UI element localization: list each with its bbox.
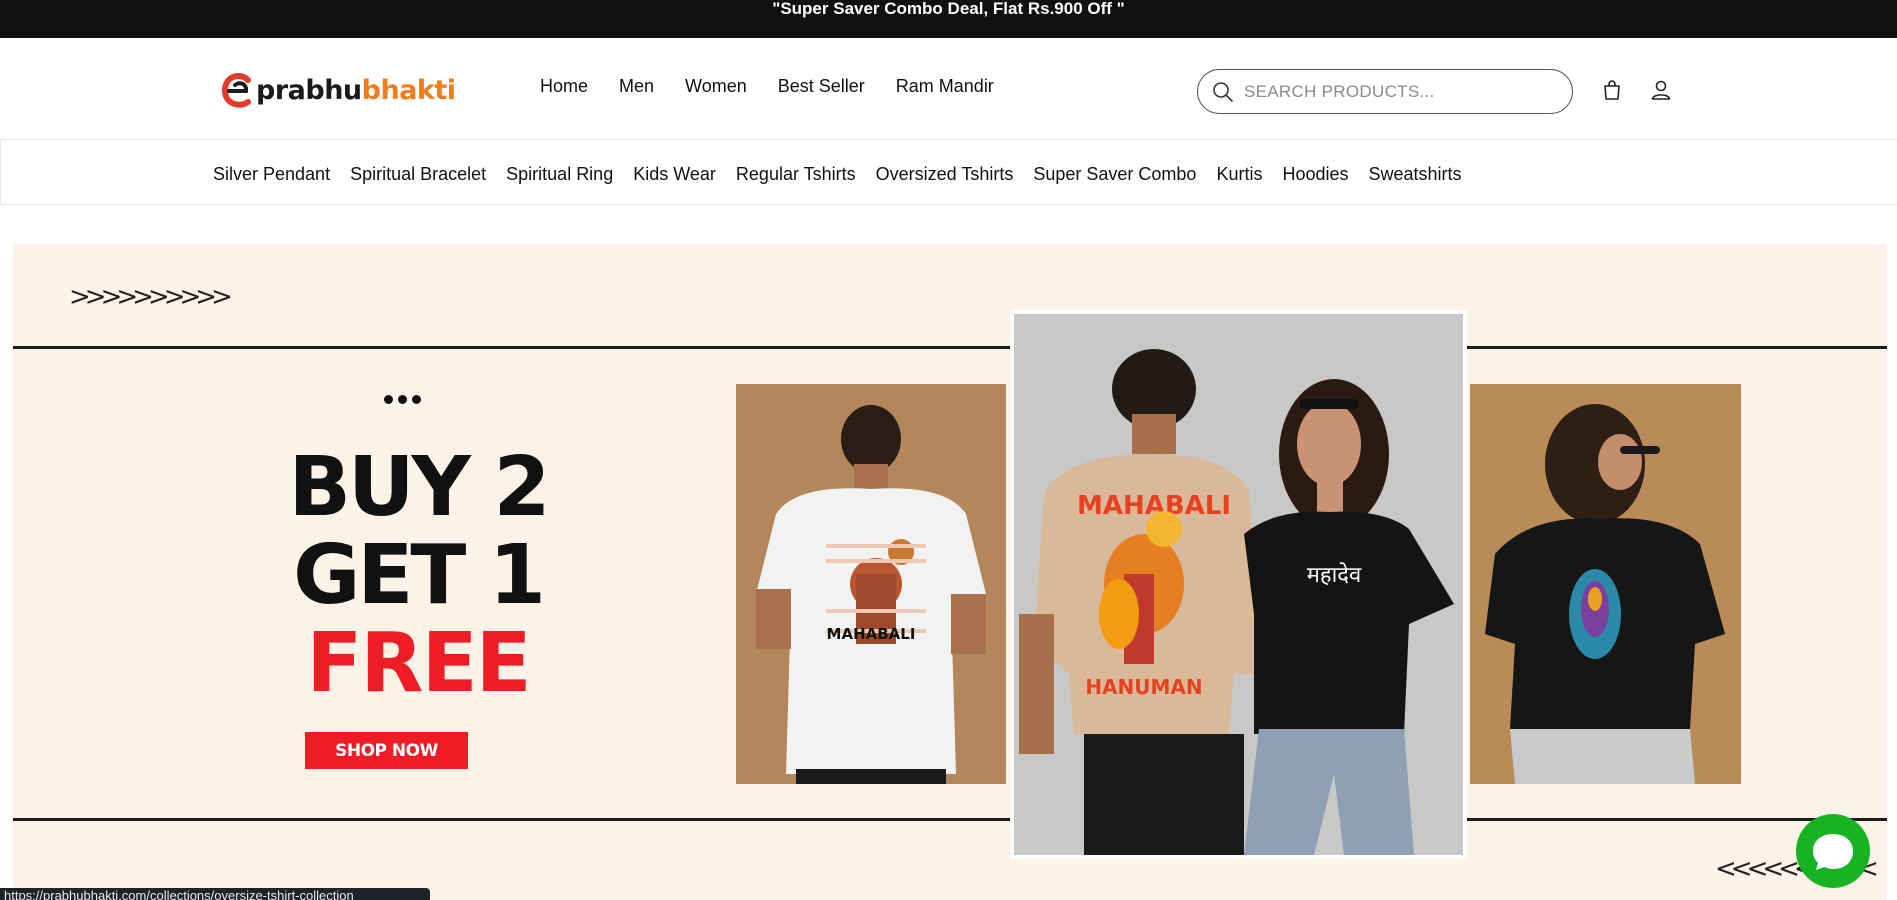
nav-home[interactable]: Home (540, 76, 588, 97)
category-spiritual-ring[interactable]: Spiritual Ring (506, 164, 613, 185)
main-nav: Home Men Women Best Seller Ram Mandir (540, 76, 1025, 97)
chat-bubble-icon (1813, 834, 1853, 870)
chat-widget-button[interactable] (1796, 814, 1870, 888)
model-woman-black-tee-image (1470, 384, 1741, 784)
dots-decoration (384, 395, 421, 404)
product-photo-black-tee[interactable] (1470, 384, 1741, 784)
model-man-white-tee-image: MAHABALI (736, 384, 1006, 784)
shirt2-print-bottom: HANUMAN (1085, 675, 1202, 699)
promo-line-buy: BUY 2 (288, 440, 550, 535)
promo-line-free: FREE (306, 616, 531, 711)
promo-line-get: GET 1 (293, 528, 546, 623)
promo-headline: BUY 2 GET 1 FREE (228, 444, 608, 708)
product-photo-couple[interactable]: MAHABALI HANUMAN महादेव (1010, 310, 1467, 859)
site-header: prabhu bhakti Home Men Women Best Seller… (0, 38, 1897, 140)
announcement-bar: "Super Saver Combo Deal, Flat Rs.900 Off… (0, 0, 1897, 38)
shirt1-print-text: MAHABALI (827, 625, 916, 643)
nav-ram-mandir[interactable]: Ram Mandir (896, 76, 994, 97)
cart-icon[interactable] (1600, 78, 1624, 102)
divider-line-bottom (13, 818, 1887, 821)
search-icon[interactable] (1212, 81, 1234, 103)
category-hoodies[interactable]: Hoodies (1282, 164, 1348, 185)
category-oversized-tshirts[interactable]: Oversized Tshirts (876, 164, 1014, 185)
decorative-arrows-left: >>>>>>>>>> (69, 282, 233, 312)
category-kurtis[interactable]: Kurtis (1216, 164, 1262, 185)
nav-women[interactable]: Women (685, 76, 747, 97)
brand-logo[interactable]: prabhu bhakti (220, 68, 456, 112)
category-sweatshirts[interactable]: Sweatshirts (1369, 164, 1462, 185)
shirt3-print-text: महादेव (1307, 562, 1362, 588)
nav-best-seller[interactable]: Best Seller (778, 76, 865, 97)
brand-name-part2: bhakti (361, 74, 456, 106)
brand-logo-icon (222, 73, 251, 108)
category-regular-tshirts[interactable]: Regular Tshirts (736, 164, 856, 185)
product-photo-white-tee[interactable]: MAHABALI (736, 384, 1006, 784)
account-icon[interactable] (1649, 78, 1673, 102)
nav-men[interactable]: Men (619, 76, 654, 97)
models-couple-image: MAHABALI HANUMAN महादेव (1014, 314, 1463, 855)
category-super-saver-combo[interactable]: Super Saver Combo (1033, 164, 1196, 185)
search-box[interactable] (1197, 69, 1573, 114)
browser-status-url: https://prabhubhakti.com/collections/ove… (0, 888, 430, 900)
category-silver-pendant[interactable]: Silver Pendant (213, 164, 330, 185)
divider-line-top (13, 346, 1887, 349)
shop-now-button[interactable]: SHOP NOW (305, 732, 468, 769)
hero-banner[interactable]: >>>>>>>>>> BUY 2 GET 1 FREE SHOP NOW MAH… (13, 244, 1887, 900)
category-kids-wear[interactable]: Kids Wear (633, 164, 716, 185)
search-input[interactable] (1244, 81, 1544, 102)
category-spiritual-bracelet[interactable]: Spiritual Bracelet (350, 164, 486, 185)
brand-name-part1: prabhu (256, 74, 362, 106)
announcement-text: "Super Saver Combo Deal, Flat Rs.900 Off… (772, 0, 1125, 18)
category-nav: Silver Pendant Spiritual Bracelet Spirit… (0, 141, 1897, 205)
